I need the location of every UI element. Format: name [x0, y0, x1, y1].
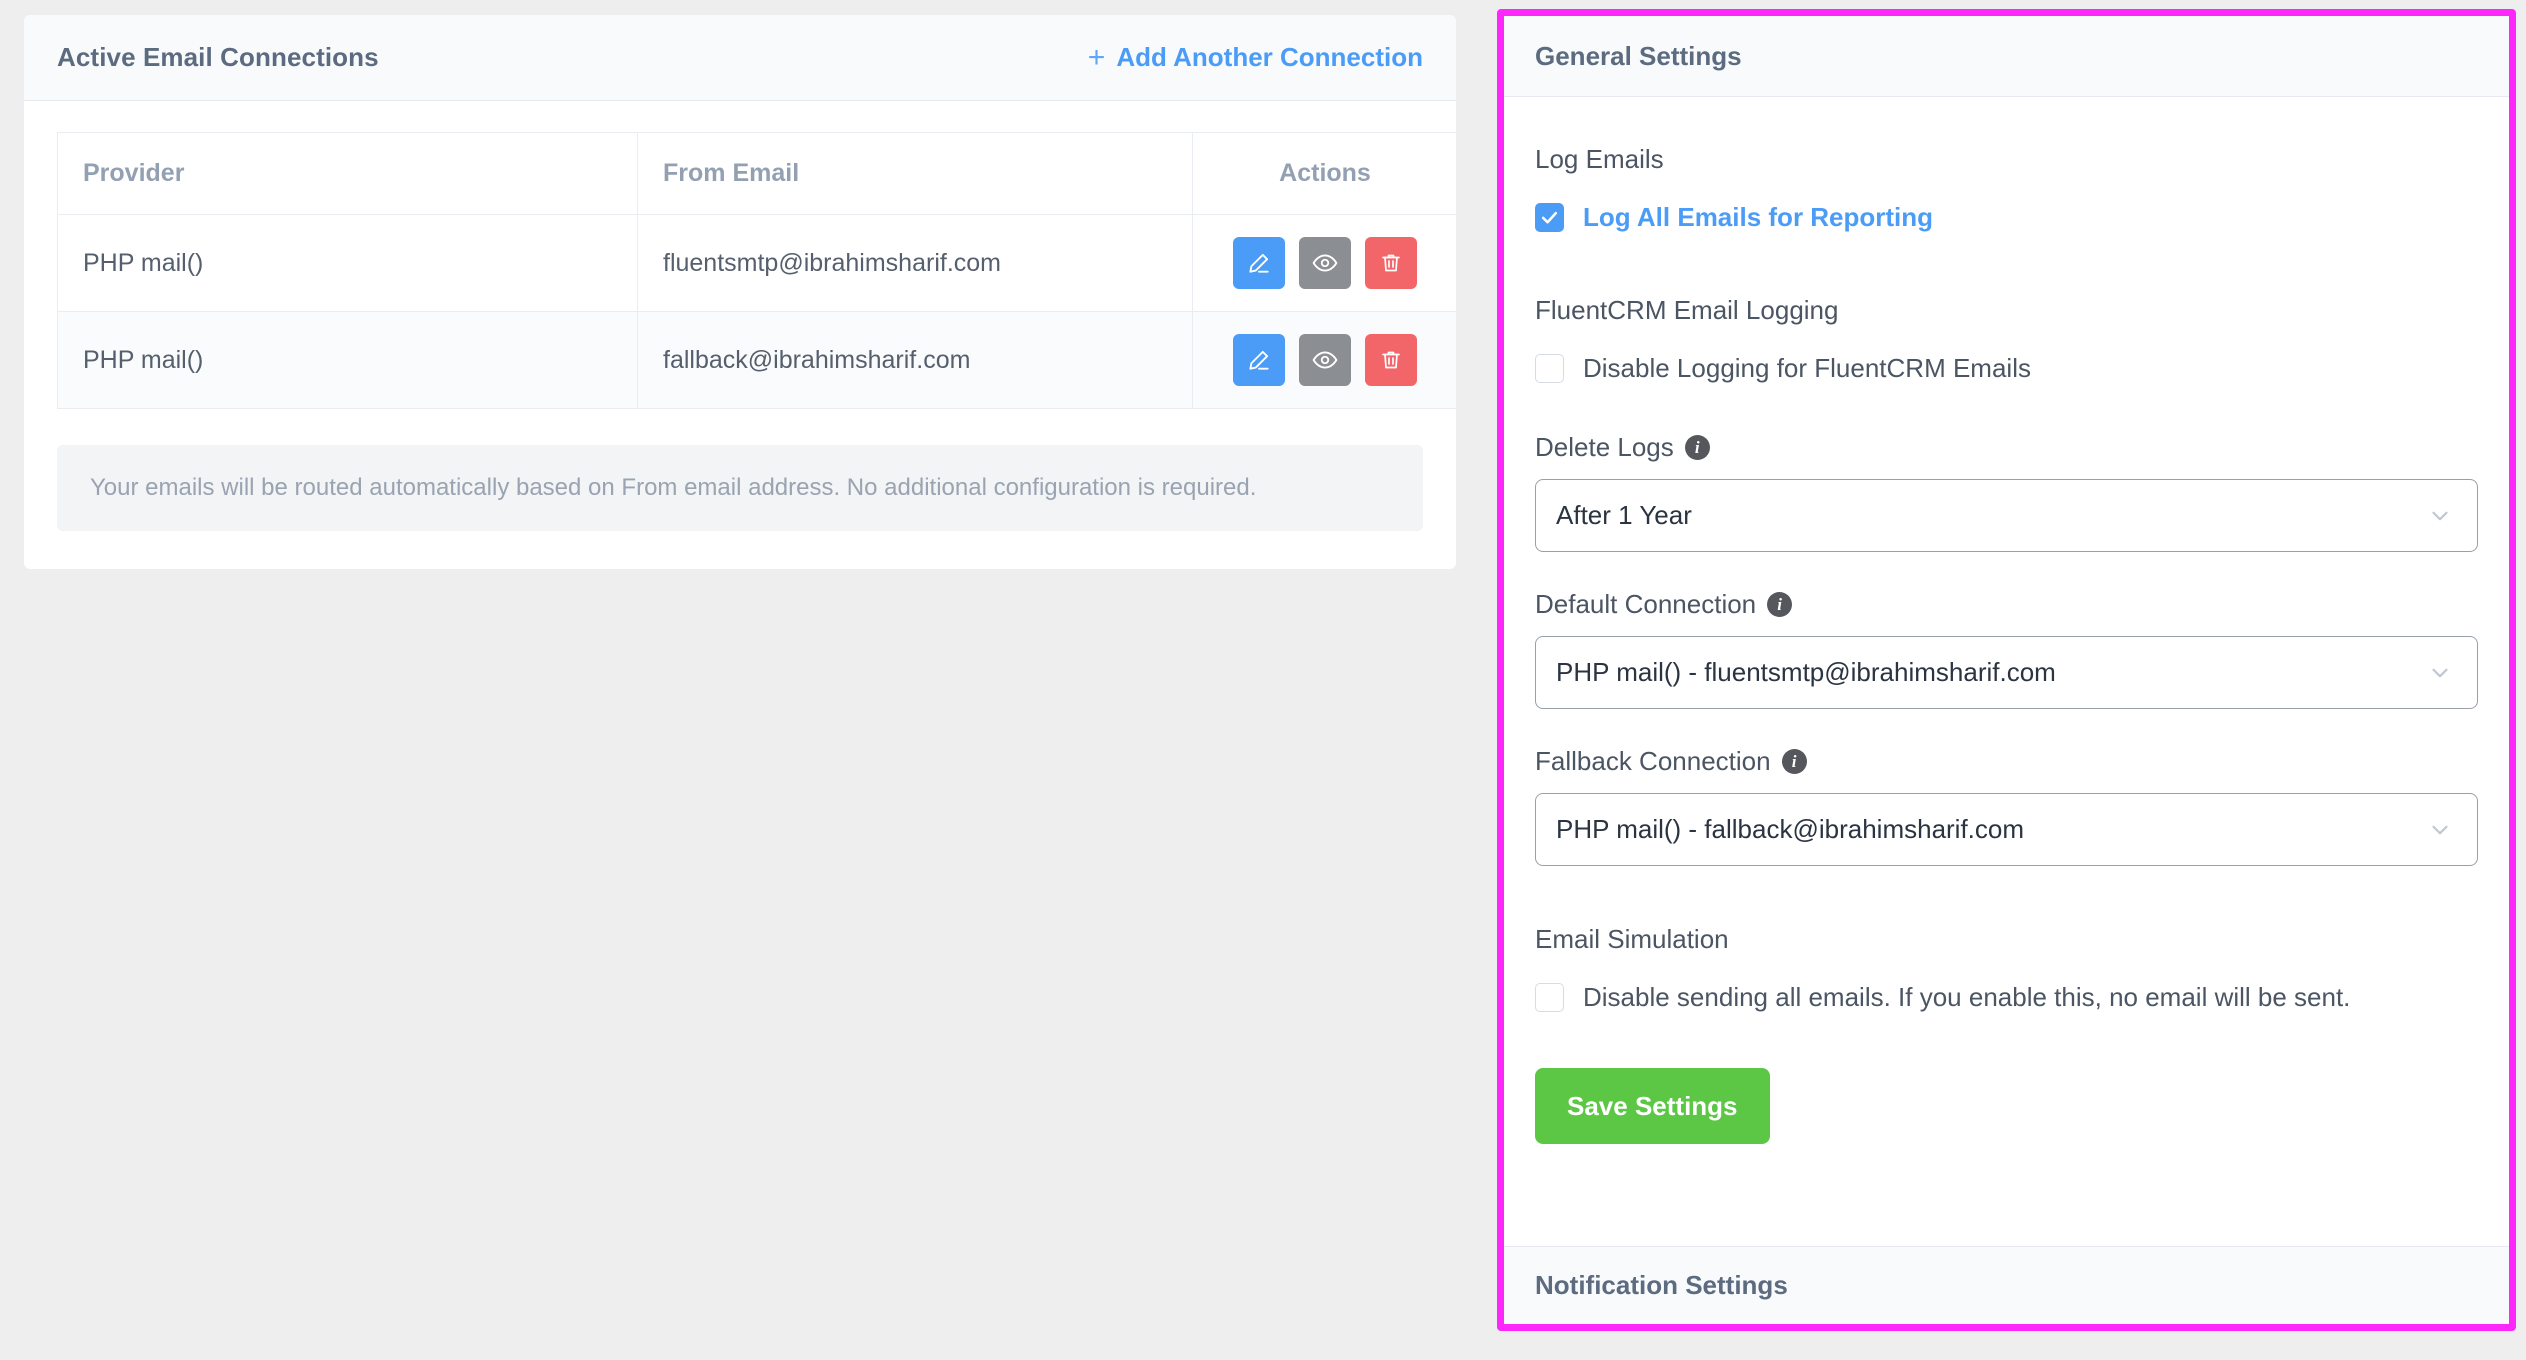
general-settings-panel: General Settings Log Emails Log All Emai… [1497, 9, 2516, 1331]
info-icon[interactable]: i [1684, 435, 1710, 460]
fallback-connection-label-text: Fallback Connection [1535, 746, 1771, 776]
cell-actions [1192, 214, 1456, 312]
connections-table: Provider From Email Actions PHP mail() f… [57, 132, 1456, 409]
cell-provider: PHP mail() [57, 214, 638, 312]
info-icon[interactable]: i [1781, 749, 1807, 774]
email-simulation-label-text: Email Simulation [1535, 924, 1729, 954]
disable-fluentcrm-logging-row[interactable]: Disable Logging for FluentCRM Emails [1535, 353, 2478, 384]
disable-sending-row[interactable]: Disable sending all emails. If you enabl… [1535, 982, 2478, 1013]
general-settings-title: General Settings [1535, 40, 1742, 71]
check-icon [1540, 208, 1559, 227]
view-connection-button[interactable] [1299, 334, 1351, 386]
log-all-emails-label: Log All Emails for Reporting [1583, 202, 1934, 232]
cell-from-email: fluentsmtp@ibrahimsharif.com [637, 214, 1193, 312]
eye-icon [1312, 347, 1338, 373]
add-another-connection-button[interactable]: + Add Another Connection [1088, 42, 1423, 73]
edit-connection-button[interactable] [1233, 334, 1285, 386]
save-settings-button[interactable]: Save Settings [1535, 1068, 1770, 1144]
table-head: Provider From Email Actions [57, 132, 1456, 215]
fallback-connection-select[interactable]: PHP mail() - fallback@ibrahimsharif.com [1535, 793, 2478, 866]
cell-from-email: fallback@ibrahimsharif.com [637, 311, 1193, 409]
cell-provider: PHP mail() [57, 311, 638, 409]
default-connection-selected-value: PHP mail() - fluentsmtp@ibrahimsharif.co… [1556, 657, 2056, 687]
notification-settings-header[interactable]: Notification Settings [1504, 1246, 2509, 1324]
table-body: PHP mail() fluentsmtp@ibrahimsharif.com [57, 214, 1456, 409]
email-simulation-label: Email Simulation [1535, 924, 2478, 955]
info-icon[interactable]: i [1767, 592, 1793, 617]
chevron-down-icon [2427, 817, 2453, 843]
app-screen: Active Email Connections + Add Another C… [0, 0, 2526, 1360]
disable-fluentcrm-logging-checkbox[interactable] [1535, 354, 1564, 383]
table-row: PHP mail() fluentsmtp@ibrahimsharif.com [57, 214, 1456, 312]
column-header-actions: Actions [1192, 132, 1456, 215]
column-header-provider: Provider [57, 132, 638, 215]
fallback-connection-label: Fallback Connection i [1535, 746, 2478, 777]
panel-header: General Settings [1504, 16, 2509, 97]
disable-fluentcrm-logging-label: Disable Logging for FluentCRM Emails [1583, 353, 2031, 383]
log-emails-label-text: Log Emails [1535, 144, 1664, 174]
view-connection-button[interactable] [1299, 237, 1351, 289]
disable-sending-checkbox[interactable] [1535, 983, 1564, 1012]
table-row: PHP mail() fallback@ibrahimsharif.com [57, 311, 1456, 409]
table-header-row: Provider From Email Actions [57, 132, 1456, 215]
action-button-group [1193, 237, 1456, 289]
card-body: Provider From Email Actions PHP mail() f… [24, 101, 1456, 569]
trash-icon [1379, 348, 1403, 372]
default-connection-label: Default Connection i [1535, 589, 2478, 620]
notification-settings-title: Notification Settings [1535, 1270, 1788, 1300]
column-header-from-email: From Email [637, 132, 1193, 215]
add-connection-label: Add Another Connection [1116, 42, 1423, 72]
chevron-down-icon [2427, 503, 2453, 529]
fluentcrm-logging-label: FluentCRM Email Logging [1535, 295, 2478, 326]
fallback-connection-group: Fallback Connection i PHP mail() - fallb… [1535, 746, 2478, 866]
eye-icon [1312, 250, 1338, 276]
trash-icon [1379, 251, 1403, 275]
page-title: Active Email Connections [57, 42, 379, 72]
delete-connection-button[interactable] [1365, 334, 1417, 386]
default-connection-select[interactable]: PHP mail() - fluentsmtp@ibrahimsharif.co… [1535, 636, 2478, 709]
edit-icon [1246, 347, 1272, 373]
delete-logs-label: Delete Logs i [1535, 432, 2478, 463]
active-email-connections-card: Active Email Connections + Add Another C… [24, 15, 1456, 569]
delete-logs-select[interactable]: After 1 Year [1535, 479, 2478, 552]
card-header: Active Email Connections + Add Another C… [24, 15, 1456, 101]
chevron-down-icon [2427, 660, 2453, 686]
delete-logs-group: Delete Logs i After 1 Year [1535, 432, 2478, 552]
action-button-group [1193, 334, 1456, 386]
disable-sending-label: Disable sending all emails. If you enabl… [1583, 982, 2351, 1012]
cell-actions [1192, 311, 1456, 409]
fallback-connection-selected-value: PHP mail() - fallback@ibrahimsharif.com [1556, 814, 2025, 844]
default-connection-label-text: Default Connection [1535, 589, 1757, 619]
edit-connection-button[interactable] [1233, 237, 1285, 289]
fluentcrm-logging-group: FluentCRM Email Logging Disable Logging … [1535, 295, 2478, 384]
delete-connection-button[interactable] [1365, 237, 1417, 289]
log-emails-group: Log Emails Log All Emails for Reporting [1535, 144, 2478, 233]
log-all-emails-checkbox-row[interactable]: Log All Emails for Reporting [1535, 202, 2478, 233]
log-emails-label: Log Emails [1535, 144, 2478, 175]
fluentcrm-logging-label-text: FluentCRM Email Logging [1535, 295, 1839, 325]
panel-body: Log Emails Log All Emails for Reporting [1504, 97, 2509, 1246]
plus-icon: + [1087, 40, 1106, 74]
edit-icon [1246, 250, 1272, 276]
delete-logs-label-text: Delete Logs [1535, 432, 1674, 462]
email-simulation-group: Email Simulation Disable sending all ema… [1535, 924, 2478, 1013]
default-connection-group: Default Connection i PHP mail() - fluent… [1535, 589, 2478, 709]
log-all-emails-checkbox[interactable] [1535, 203, 1564, 232]
routing-notice: Your emails will be routed automatically… [57, 445, 1423, 531]
delete-logs-selected-value: After 1 Year [1556, 500, 1692, 530]
